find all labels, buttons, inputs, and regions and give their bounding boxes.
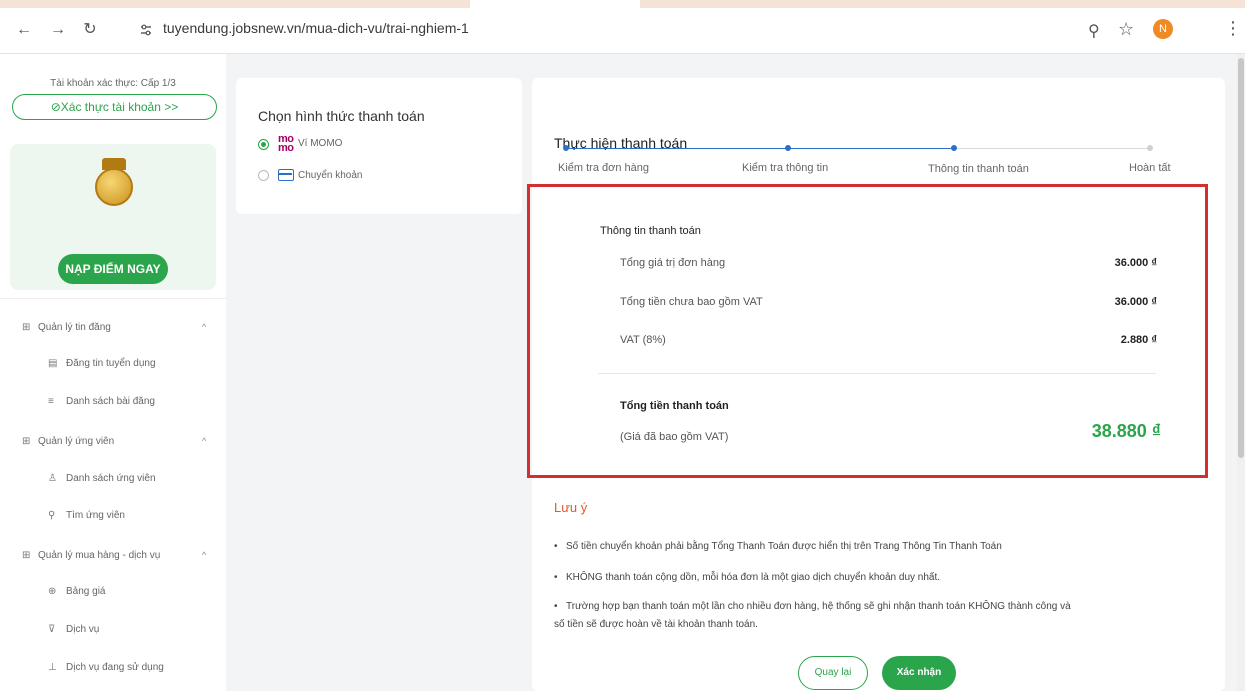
- confirm-button[interactable]: Xác nhận: [882, 656, 956, 690]
- note-item: • Số tiền chuyển khoản phải bằng Tổng Tha…: [554, 541, 1002, 552]
- payment-info-title: Thông tin thanh toán: [600, 225, 701, 237]
- sidebar-item-label: Tìm ứng viên: [66, 510, 125, 521]
- note-text: Số tiền chuyển khoản phải bằng Tổng Than…: [566, 541, 1002, 552]
- sidebar-item-post-job[interactable]: ▤ Đăng tin tuyển dụng: [48, 358, 156, 369]
- list-icon: ≡: [48, 396, 54, 407]
- sidebar-item-candidate-list[interactable]: ♙ Danh sách ứng viên: [48, 473, 156, 484]
- sidebar-group-label: Quản lý ứng viên: [38, 436, 115, 447]
- chevron-up-icon[interactable]: ^: [202, 322, 206, 332]
- sidebar-item-post-list[interactable]: ≡ Danh sách bài đăng: [48, 396, 155, 407]
- verification-level: Tài khoản xác thực: Cấp 1/3: [50, 78, 176, 89]
- sidebar-item-services[interactable]: ⊽ Dịch vụ: [48, 624, 99, 635]
- note-text: Trường hợp bạn thanh toán một lần cho nh…: [554, 601, 1071, 630]
- verify-check-icon: ⊘: [50, 100, 61, 114]
- topup-button[interactable]: NẠP ĐIỂM NGAY: [58, 254, 168, 284]
- order-total-label: Tổng giá trị đơn hàng: [620, 257, 726, 269]
- user-icon: ♙: [48, 473, 57, 484]
- price-icon: ⊕: [48, 586, 57, 597]
- grid-icon: ⊞: [22, 436, 31, 447]
- tab-strip: [0, 0, 1245, 8]
- cart-icon: ⊽: [48, 624, 56, 635]
- active-tab[interactable]: [470, 0, 640, 8]
- progress-line-pending: [954, 148, 1150, 149]
- momo-radio[interactable]: [258, 139, 269, 150]
- sidebar-group-label: Quản lý mua hàng - dịch vụ: [38, 550, 161, 561]
- sidebar-item-label: Dịch vụ: [66, 624, 100, 635]
- bank-transfer-radio[interactable]: [258, 170, 269, 181]
- sidebar-item-label: Danh sách ứng viên: [66, 473, 156, 484]
- site-settings-icon[interactable]: [140, 23, 152, 37]
- step-dot: [951, 145, 957, 151]
- grid-icon: ⊞: [22, 322, 31, 333]
- pre-vat-label: Tổng tiền chưa bao gồm VAT: [620, 296, 763, 308]
- progress-line-done: [566, 148, 954, 149]
- zoom-icon[interactable]: ⚲: [1088, 21, 1100, 41]
- sidebar-item-find-candidate[interactable]: ⚲ Tìm ứng viên: [48, 510, 125, 521]
- pre-vat-value: 36.000 ₫: [1114, 296, 1157, 308]
- sidebar-group-purchases[interactable]: ⊞ Quản lý mua hàng - dịch vụ: [22, 550, 160, 561]
- browser-toolbar: ← → ↻ tuyendung.jobsnew.vn/mua-dich-vu/t…: [0, 0, 1245, 54]
- vat-value: 2.880 ₫: [1120, 334, 1157, 346]
- momo-label[interactable]: Ví MOMO: [298, 138, 342, 149]
- address-bar[interactable]: tuyendung.jobsnew.vn/mua-dich-vu/trai-ng…: [163, 20, 469, 36]
- step-label: Hoàn tất: [1129, 162, 1171, 174]
- back-arrow-icon[interactable]: ←: [14, 20, 34, 40]
- step-dot: [563, 145, 569, 151]
- sidebar: Tài khoản xác thực: Cấp 1/3 ⊘Xác thực tà…: [0, 54, 226, 691]
- step-label: Thông tin thanh toán: [928, 163, 1029, 175]
- grand-total-note: (Giá đã bao gồm VAT): [620, 431, 729, 443]
- sidebar-item-price-list[interactable]: ⊕ Bảng giá: [48, 586, 105, 597]
- chevron-up-icon[interactable]: ^: [202, 436, 206, 446]
- step-dot: [1147, 145, 1153, 151]
- reload-icon[interactable]: ↻: [80, 20, 100, 40]
- step-dot: [785, 145, 791, 151]
- bank-card-icon: [278, 169, 294, 181]
- sidebar-item-label: Bảng giá: [66, 586, 106, 597]
- bookmark-star-icon[interactable]: ☆: [1118, 19, 1134, 40]
- payment-method-panel: Chọn hình thức thanh toán mo mo Ví MOMO C…: [236, 78, 522, 214]
- step-label: Kiểm tra thông tin: [742, 162, 829, 174]
- search-icon: ⚲: [48, 510, 56, 521]
- sidebar-group-label: Quản lý tin đăng: [38, 322, 111, 333]
- forward-arrow-icon[interactable]: →: [48, 20, 68, 40]
- grid-icon: ⊞: [22, 550, 31, 561]
- summary-divider: [598, 373, 1156, 374]
- grand-total-value: 38.880 ₫: [1091, 421, 1161, 441]
- step-label: Kiểm tra đơn hàng: [558, 162, 649, 174]
- bank-transfer-label[interactable]: Chuyển khoản: [298, 170, 363, 181]
- document-icon: ▤: [48, 358, 58, 369]
- sidebar-item-label: Danh sách bài đăng: [66, 396, 155, 407]
- order-total-value: 36.000 ₫: [1114, 257, 1157, 269]
- sidebar-item-active-services[interactable]: ⊥ Dịch vụ đang sử dụng: [48, 662, 164, 673]
- note-title: Lưu ý: [554, 500, 588, 515]
- service-icon: ⊥: [48, 662, 57, 673]
- sidebar-divider: [0, 298, 226, 299]
- momo-logo-icon: mo mo: [278, 133, 294, 154]
- sidebar-group-candidates[interactable]: ⊞ Quản lý ứng viên: [22, 436, 114, 447]
- chevron-up-icon[interactable]: ^: [202, 550, 206, 560]
- sidebar-item-label: Dịch vụ đang sử dụng: [66, 662, 164, 673]
- sidebar-group-posts[interactable]: ⊞ Quản lý tin đăng: [22, 322, 111, 333]
- payment-method-title: Chọn hình thức thanh toán: [258, 108, 425, 124]
- note-item: • KHÔNG thanh toán cộng dồn, mỗi hóa đơn …: [554, 572, 941, 583]
- medal-icon: [95, 168, 133, 206]
- note-text: KHÔNG thanh toán cộng dồn, mỗi hóa đơn l…: [566, 572, 941, 583]
- browser-menu-icon[interactable]: ⋮: [1224, 18, 1242, 39]
- verify-account-label: Xác thực tài khoản >>: [60, 100, 179, 114]
- profile-avatar[interactable]: N: [1153, 19, 1173, 39]
- back-button[interactable]: Quay lại: [798, 656, 868, 690]
- verify-account-button[interactable]: ⊘Xác thực tài khoản >>: [12, 94, 217, 120]
- scrollbar-thumb[interactable]: [1238, 58, 1244, 458]
- sidebar-item-label: Đăng tin tuyển dụng: [66, 358, 156, 369]
- grand-total-label: Tổng tiền thanh toán: [620, 400, 729, 412]
- note-item: • Trường hợp bạn thanh toán một lần cho n…: [554, 601, 1071, 630]
- vat-label: VAT (8%): [620, 334, 666, 346]
